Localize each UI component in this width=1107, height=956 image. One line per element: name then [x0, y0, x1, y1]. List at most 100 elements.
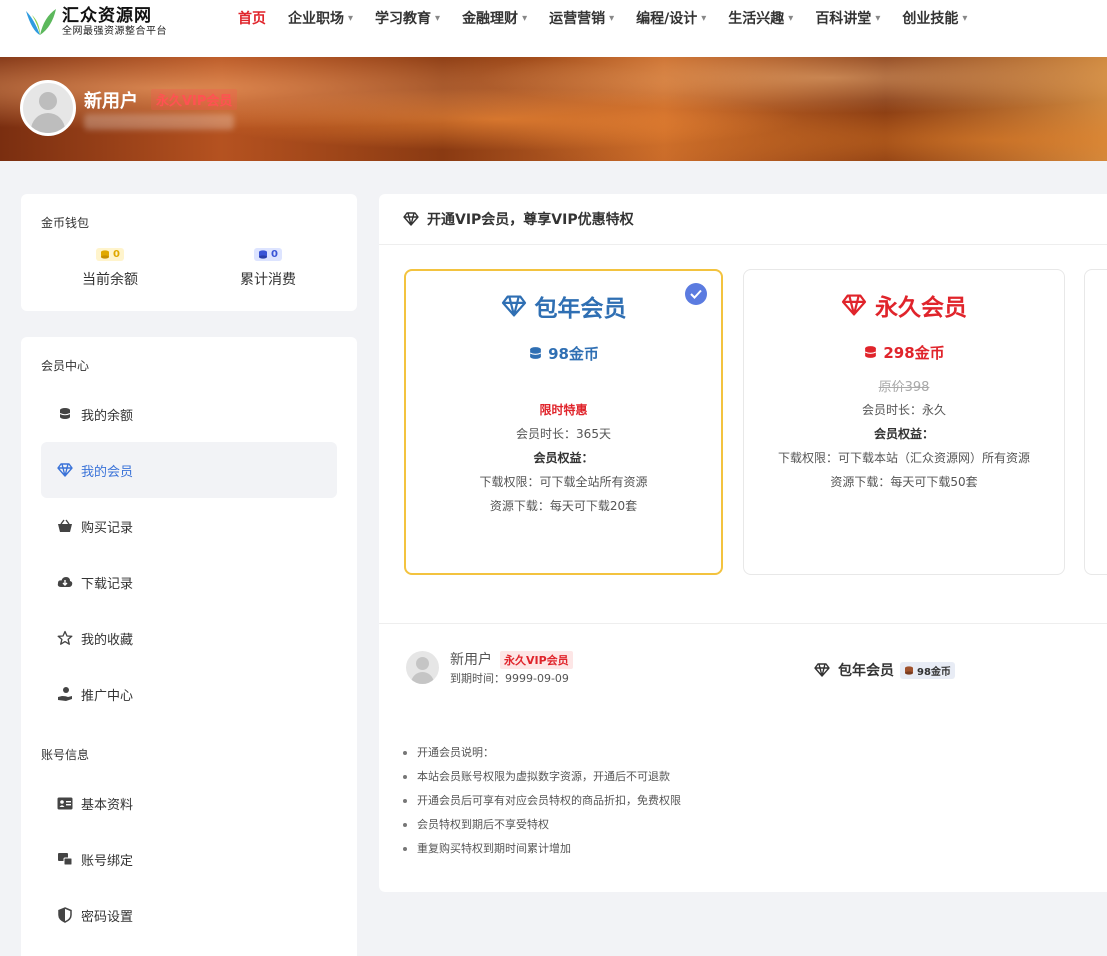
- top-navigation: 汇众资源网 全网最强资源整合平台 首页 企业职场 ▾ 学习教育 ▾ 金融理财 ▾ 运营…: [0, 0, 1107, 57]
- plan-download-permission: 下载权限：可下载全站所有资源: [479, 475, 648, 489]
- coins-icon: [905, 665, 913, 675]
- nav-item-programming[interactable]: 编程/设计 ▾: [636, 8, 706, 28]
- menu-favorites[interactable]: 我的收藏: [41, 610, 337, 666]
- site-title: 汇众资源网: [62, 6, 152, 26]
- plan-original-price: 原价398: [878, 380, 930, 395]
- membership-notes: 开通会员说明： 本站会员账号权限为虚拟数字资源，开通后不可退款 开通会员后可享有…: [401, 745, 681, 865]
- basket-icon: [57, 518, 73, 534]
- note-item: 重复购买特权到期时间累计增加: [401, 841, 681, 865]
- panel-header: 开通VIP会员，尊享VIP优惠特权: [379, 194, 1107, 245]
- note-item: 开通会员后可享有对应会员特权的商品折扣，免费权限: [401, 793, 681, 817]
- plan-download-permission: 下载权限：可下载本站（汇众资源网）所有资源: [777, 451, 1030, 465]
- chevron-down-icon: ▾: [788, 12, 794, 24]
- menu-label: 我的余额: [81, 408, 134, 424]
- menu-purchase-history[interactable]: 购买记录: [41, 498, 337, 554]
- hand-coin-icon: [57, 686, 73, 702]
- balance-pill: 0: [96, 248, 124, 261]
- coins-icon: [101, 250, 110, 259]
- menu-label: 下载记录: [81, 576, 134, 592]
- user-info-blurred: [84, 114, 234, 130]
- main-menu: 首页 企业职场 ▾ 学习教育 ▾ 金融理财 ▾ 运营营销 ▾ 编程/设计 ▾ 生活兴趣 ▾ …: [238, 0, 989, 36]
- plan-promo: 限时特惠: [539, 403, 588, 417]
- nav-item-lifestyle[interactable]: 生活兴趣 ▾: [728, 8, 793, 28]
- spent-pill: 0: [254, 248, 282, 261]
- vip-status-badge: 永久VIP会员: [151, 89, 238, 110]
- note-item: 开通会员说明：: [401, 745, 681, 769]
- menu-promotion-center[interactable]: 推广中心: [41, 666, 337, 722]
- diamond-icon: [841, 294, 867, 316]
- member-center-card: 会员中心 我的余额 我的会员 购买记录 下载记录 我的收藏 推广中心 账号信息 …: [21, 337, 357, 956]
- expire-date: 到期时间：9999-09-09: [450, 672, 569, 685]
- menu-password-settings[interactable]: 密码设置: [41, 887, 337, 943]
- wallet-card: 金币钱包 0 当前余额 0 累计消费: [21, 194, 357, 311]
- plan-download-quota: 资源下载：每天可下载50套: [830, 475, 978, 489]
- summary-user-name: 新用户: [450, 652, 492, 668]
- panel-title: 开通VIP会员，尊享VIP优惠特权: [427, 212, 634, 228]
- plan-duration: 会员时长：永久: [861, 403, 946, 417]
- menu-download-history[interactable]: 下载记录: [41, 554, 337, 610]
- chevron-down-icon: ▾: [962, 12, 968, 24]
- plan-price: 98金币: [406, 343, 721, 364]
- id-card-icon: [57, 795, 73, 811]
- summary-vip-badge: 永久VIP会员: [500, 651, 573, 669]
- vip-main-panel: 开通VIP会员，尊享VIP优惠特权 包年会员 98金币 限时特惠 会员时长：36…: [379, 194, 1107, 892]
- chevron-down-icon: ▾: [609, 12, 615, 24]
- selected-plan-title: 包年会员: [838, 663, 894, 679]
- menu-label: 账号绑定: [81, 853, 134, 869]
- diamond-icon: [814, 663, 830, 677]
- nav-item-career[interactable]: 企业职场 ▾: [288, 8, 353, 28]
- account-info-title: 账号信息: [41, 748, 90, 762]
- selected-plan-summary: 包年会员 98金币: [814, 660, 955, 680]
- coins-icon: [528, 346, 543, 361]
- plan-card-partial[interactable]: [1084, 269, 1107, 575]
- spent-stat: 0 累计消费: [208, 244, 328, 289]
- menu-account-binding[interactable]: 账号绑定: [41, 831, 337, 887]
- menu-my-membership[interactable]: 我的会员: [41, 442, 337, 498]
- wallet-section-title: 金币钱包: [41, 216, 90, 230]
- nav-item-startup[interactable]: 创业技能 ▾: [902, 8, 967, 28]
- star-icon: [57, 630, 73, 646]
- menu-label: 密码设置: [81, 909, 134, 925]
- plan-title: 包年会员: [406, 289, 721, 323]
- menu-label: 基本资料: [81, 797, 134, 813]
- note-item: 会员特权到期后不享受特权: [401, 817, 681, 841]
- menu-my-balance[interactable]: 我的余额: [41, 386, 337, 442]
- balance-stat: 0 当前余额: [50, 244, 170, 289]
- note-item: 本站会员账号权限为虚拟数字资源，开通后不可退款: [401, 769, 681, 793]
- spent-value: 0: [271, 249, 278, 260]
- nav-item-education[interactable]: 学习教育 ▾: [375, 8, 440, 28]
- menu-label: 我的收藏: [81, 632, 134, 648]
- chevron-down-icon: ▾: [701, 12, 707, 24]
- plan-benefits-label: 会员权益：: [533, 451, 594, 465]
- plan-benefits-label: 会员权益：: [873, 427, 934, 441]
- logo-leaf-icon: [22, 5, 58, 39]
- coins-icon: [57, 406, 73, 422]
- nav-item-encyclopedia[interactable]: 百科讲堂 ▾: [815, 8, 880, 28]
- section-divider: [379, 623, 1107, 624]
- plan-card-annual[interactable]: 包年会员 98金币 限时特惠 会员时长：365天 会员权益： 下载权限：可下载全…: [404, 269, 723, 575]
- member-center-title: 会员中心: [41, 359, 90, 373]
- user-avatar[interactable]: [20, 80, 76, 136]
- balance-value: 0: [113, 249, 120, 260]
- chevron-down-icon: ▾: [348, 12, 354, 24]
- chevron-down-icon: ▾: [875, 12, 881, 24]
- account-link-icon: [57, 851, 73, 867]
- site-logo[interactable]: 汇众资源网 全网最强资源整合平台: [22, 2, 182, 42]
- user-avatar-small: [406, 651, 439, 684]
- plan-duration: 会员时长：365天: [516, 427, 611, 441]
- plan-download-quota: 资源下载：每天可下载20套: [489, 499, 638, 513]
- nav-item-marketing[interactable]: 运营营销 ▾: [549, 8, 614, 28]
- diamond-icon: [501, 295, 527, 317]
- plan-card-lifetime[interactable]: 永久会员 298金币 原价398 会员时长：永久 会员权益： 下载权限：可下载本…: [743, 269, 1065, 575]
- chevron-down-icon: ▾: [522, 12, 528, 24]
- nav-item-finance[interactable]: 金融理财 ▾: [462, 8, 527, 28]
- selected-plan-price: 98金币: [900, 661, 955, 679]
- menu-label: 推广中心: [81, 688, 134, 704]
- diamond-icon: [57, 462, 73, 478]
- menu-label: 购买记录: [81, 520, 134, 536]
- nav-item-home[interactable]: 首页: [238, 8, 266, 28]
- site-subtitle: 全网最强资源整合平台: [62, 26, 167, 37]
- menu-basic-profile[interactable]: 基本资料: [41, 775, 337, 831]
- coins-icon: [863, 345, 878, 360]
- plan-price: 298金币: [744, 342, 1064, 363]
